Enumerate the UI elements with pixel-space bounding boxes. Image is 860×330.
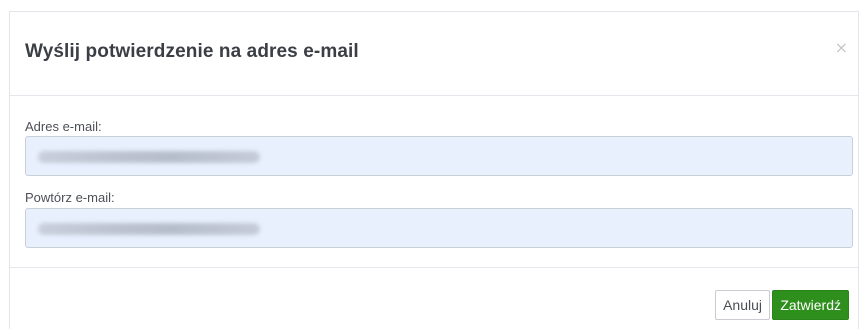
dialog-body: Adres e-mail: Powtórz e-mail: xyxy=(10,96,858,268)
cancel-button[interactable]: Anuluj xyxy=(715,290,770,320)
dialog-footer: Anuluj Zatwierdź xyxy=(10,268,858,330)
email-field[interactable] xyxy=(25,136,853,176)
repeat-email-obscured-value xyxy=(38,223,260,235)
dialog-title: Wyślij potwierdzenie na adres e-mail xyxy=(25,41,359,62)
repeat-email-field[interactable] xyxy=(25,208,853,248)
email-label: Adres e-mail: xyxy=(25,119,102,134)
confirmation-dialog: Wyślij potwierdzenie na adres e-mail × A… xyxy=(9,11,859,329)
repeat-email-label: Powtórz e-mail: xyxy=(25,190,115,205)
dialog-header: Wyślij potwierdzenie na adres e-mail × xyxy=(10,12,858,96)
submit-button[interactable]: Zatwierdź xyxy=(772,290,849,320)
close-icon[interactable]: × xyxy=(835,40,848,56)
email-obscured-value xyxy=(38,151,260,163)
